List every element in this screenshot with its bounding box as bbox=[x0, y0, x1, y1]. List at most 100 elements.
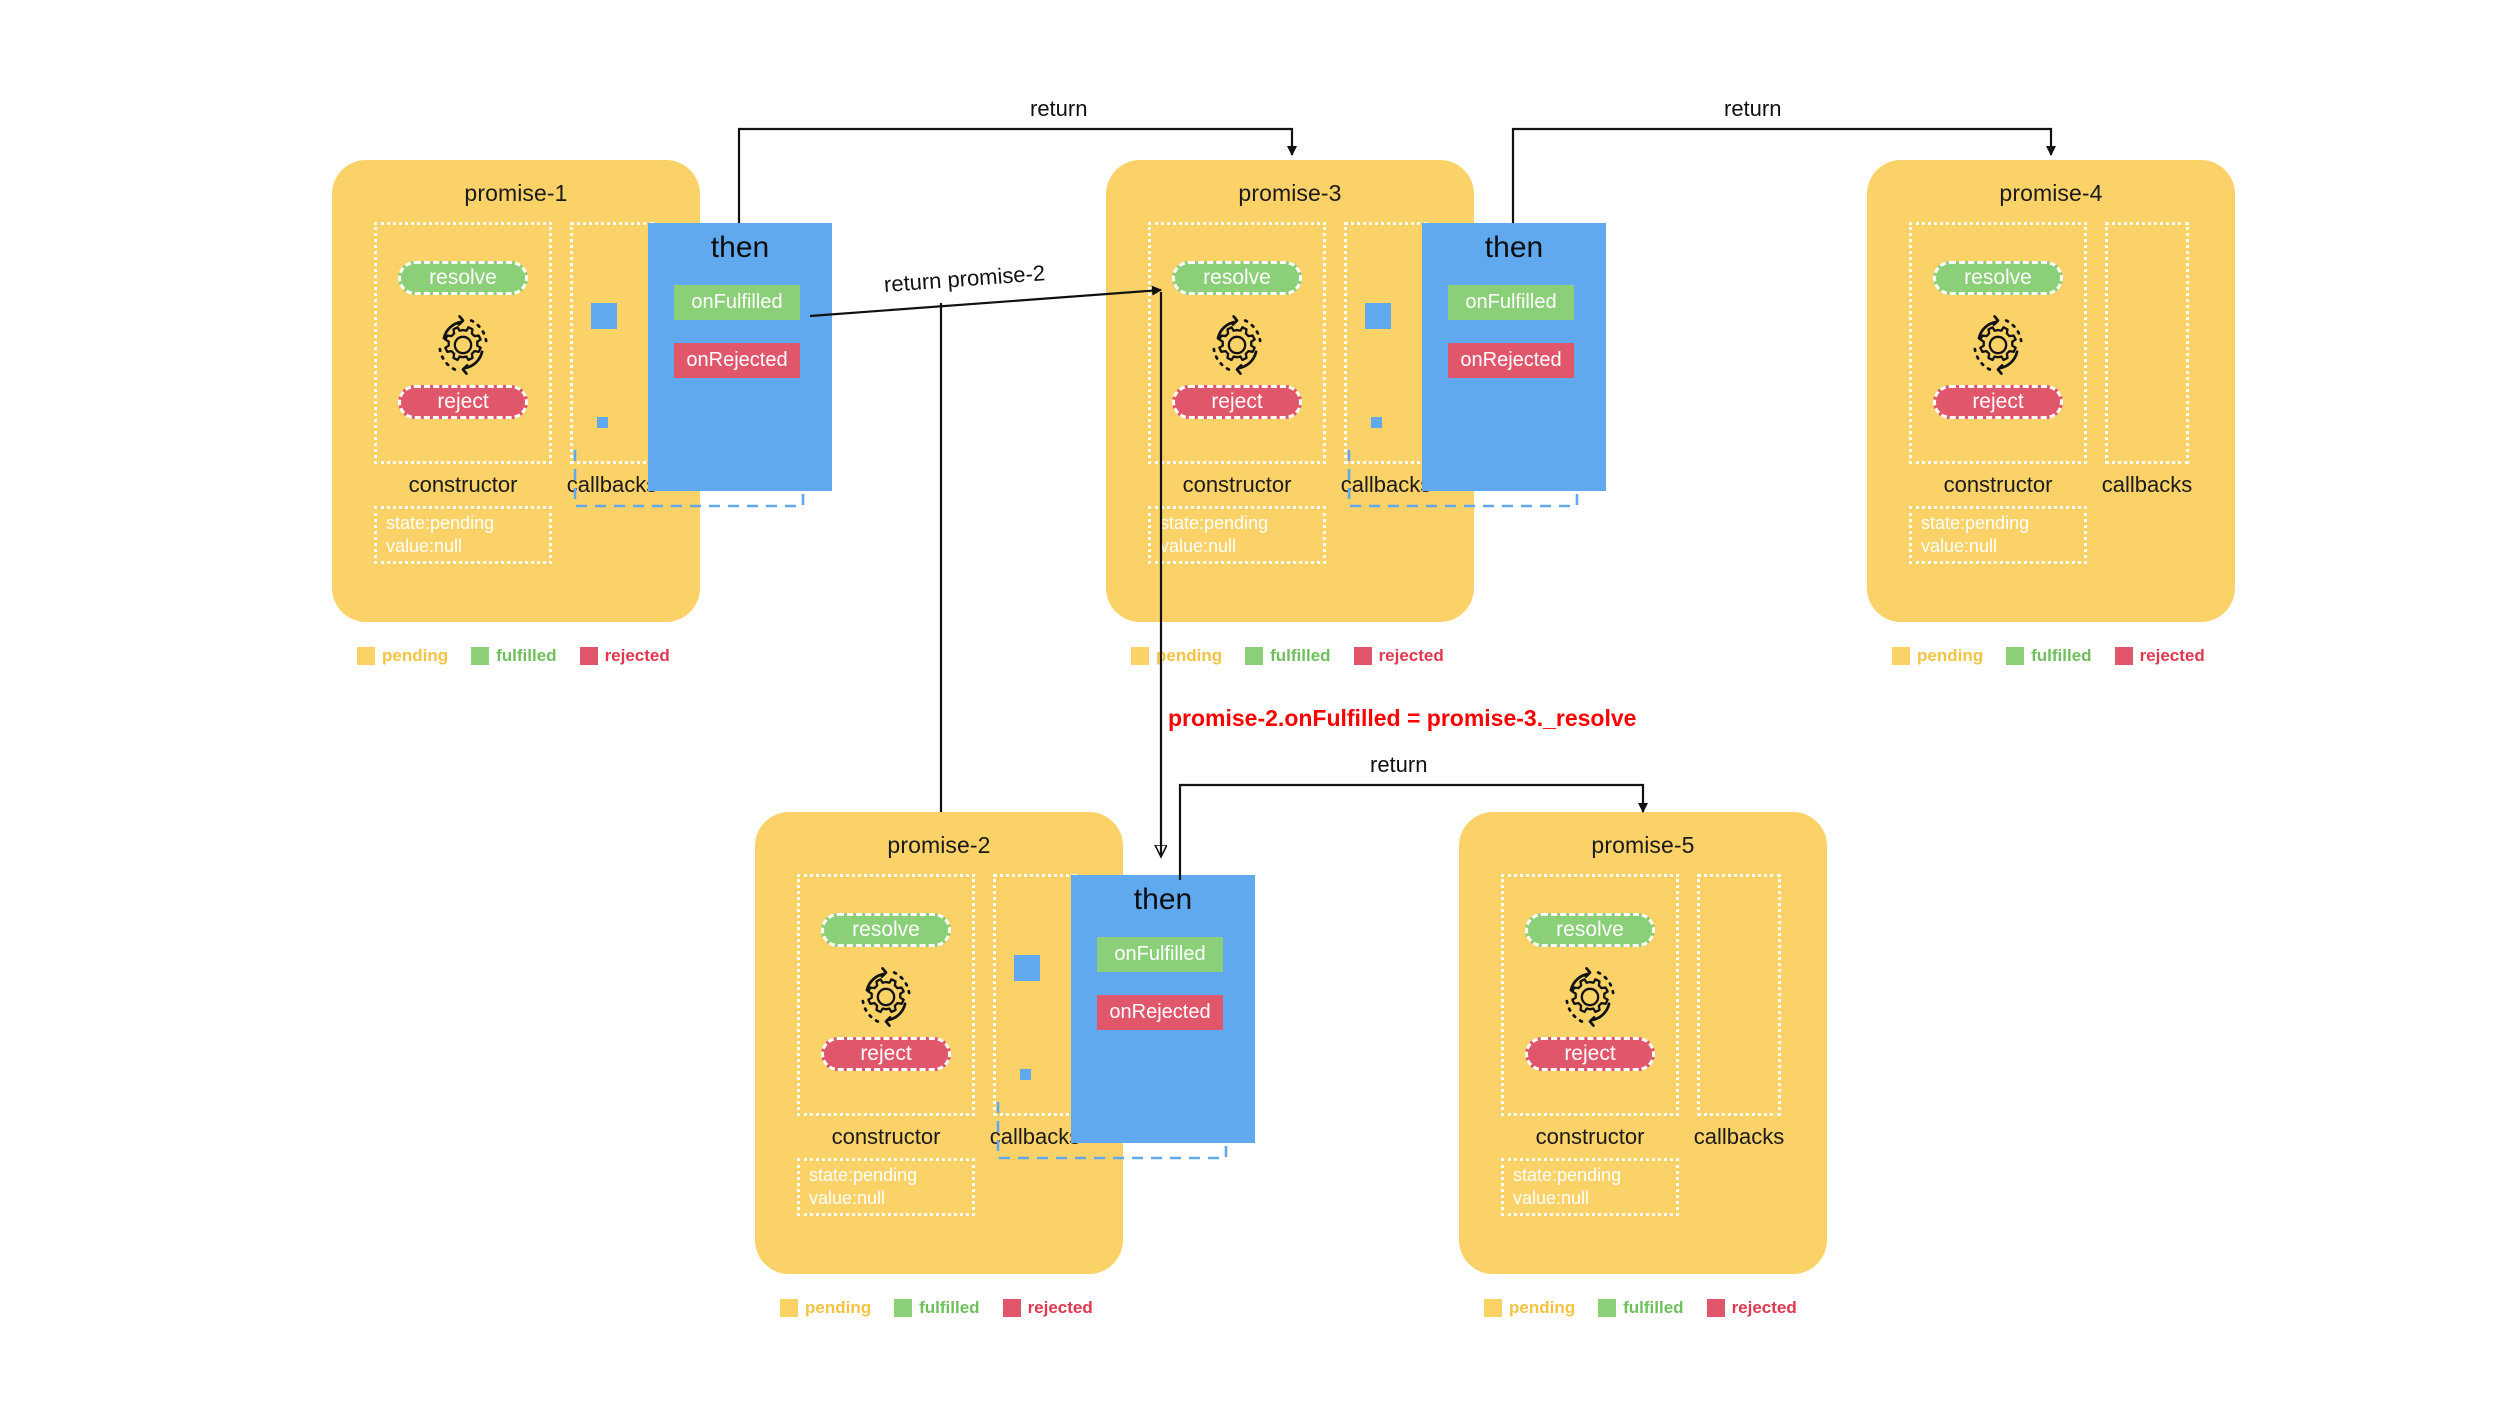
legend-label-fulfilled: fulfilled bbox=[1623, 1298, 1684, 1317]
diagram-canvas: return return return promise-2 return pr… bbox=[0, 0, 2500, 1406]
then-card-promise-1[interactable]: then onFulfilled onRejected bbox=[648, 223, 832, 491]
gear-icon bbox=[861, 967, 911, 1027]
promise-card-promise-5[interactable]: promise-5 resolve reject constructor cal… bbox=[1459, 812, 1827, 1274]
state-value: state:pending bbox=[1513, 1165, 1622, 1185]
legend-swatch-rejected bbox=[2114, 647, 2133, 665]
state-box: state:pending value:null bbox=[1501, 1158, 1679, 1216]
callbacks-label: callbacks bbox=[989, 1124, 1081, 1149]
legend-label-rejected: rejected bbox=[1378, 646, 1444, 665]
legend-swatch-fulfilled bbox=[1598, 1299, 1617, 1317]
gear-icon bbox=[1212, 315, 1262, 375]
legend-item-rejected: rejected bbox=[2114, 646, 2205, 666]
state-box: state:pending value:null bbox=[1909, 506, 2087, 564]
constructor-box: resolve reject bbox=[1148, 222, 1326, 464]
state-value: state:pending bbox=[1921, 513, 2030, 533]
legend-item-fulfilled: fulfilled bbox=[1598, 1298, 1684, 1318]
legend-swatch-rejected bbox=[1002, 1299, 1021, 1317]
legend-promise-3: pending fulfilled rejected bbox=[1131, 646, 1460, 666]
legend-item-pending: pending bbox=[780, 1298, 871, 1318]
on-fulfilled-button[interactable]: onFulfilled bbox=[1448, 285, 1574, 320]
reject-pill[interactable]: reject bbox=[1172, 385, 1302, 419]
legend-swatch-rejected bbox=[579, 647, 598, 665]
legend-label-pending: pending bbox=[805, 1298, 872, 1317]
constructor-box: resolve reject bbox=[374, 222, 552, 464]
legend-swatch-fulfilled bbox=[471, 647, 490, 665]
legend-label-rejected: rejected bbox=[604, 646, 670, 665]
legend-label-fulfilled: fulfilled bbox=[2031, 646, 2092, 665]
callbacks-box bbox=[570, 222, 654, 464]
constructor-box: resolve reject bbox=[1909, 222, 2087, 464]
promise-card-promise-1[interactable]: promise-1 resolve reject constructor cal… bbox=[332, 160, 700, 622]
legend-item-pending: pending bbox=[1131, 646, 1222, 666]
then-title: then bbox=[1133, 883, 1193, 916]
legend-item-pending: pending bbox=[1892, 646, 1983, 666]
legend-label-pending: pending bbox=[1509, 1298, 1576, 1317]
legend-swatch-fulfilled bbox=[1245, 647, 1264, 665]
callback-slot-link-dot[interactable] bbox=[1371, 417, 1382, 428]
then-title: then bbox=[1484, 231, 1544, 264]
legend-item-fulfilled: fulfilled bbox=[1245, 646, 1331, 666]
on-fulfilled-button[interactable]: onFulfilled bbox=[674, 285, 800, 320]
state-value: state:pending bbox=[386, 513, 495, 533]
connector-label-return-2: return bbox=[1724, 96, 1782, 121]
legend-label-fulfilled: fulfilled bbox=[496, 646, 557, 665]
callbacks-label: callbacks bbox=[566, 472, 658, 497]
state-box: state:pending value:null bbox=[797, 1158, 975, 1216]
legend-swatch-pending bbox=[357, 647, 375, 665]
resolve-pill[interactable]: resolve bbox=[1933, 261, 2063, 295]
promise-card-promise-4[interactable]: promise-4 resolve reject constructor cal… bbox=[1867, 160, 2235, 622]
value-value: value:null bbox=[386, 536, 463, 556]
then-card-promise-2[interactable]: then onFulfilled onRejected bbox=[1071, 875, 1255, 1143]
callbacks-box bbox=[1344, 222, 1428, 464]
callback-slot-link-dot[interactable] bbox=[1020, 1069, 1031, 1080]
callbacks-label: callbacks bbox=[1340, 472, 1432, 497]
legend-promise-5: pending fulfilled rejected bbox=[1484, 1298, 1813, 1318]
legend-label-rejected: rejected bbox=[2139, 646, 2205, 665]
then-card-promise-3[interactable]: then onFulfilled onRejected bbox=[1422, 223, 1606, 491]
legend-swatch-pending bbox=[1131, 647, 1149, 665]
callback-slot-filled[interactable] bbox=[591, 303, 617, 329]
connector-label-return-3: return bbox=[1370, 752, 1428, 777]
state-box: state:pending value:null bbox=[374, 506, 552, 564]
legend-swatch-pending bbox=[780, 1299, 798, 1317]
value-value: value:null bbox=[809, 1188, 886, 1208]
legend-label-fulfilled: fulfilled bbox=[919, 1298, 980, 1317]
reject-pill[interactable]: reject bbox=[398, 385, 528, 419]
legend-item-fulfilled: fulfilled bbox=[2006, 646, 2092, 666]
resolve-pill[interactable]: resolve bbox=[398, 261, 528, 295]
value-value: value:null bbox=[1160, 536, 1237, 556]
legend-swatch-pending bbox=[1484, 1299, 1502, 1317]
legend-item-rejected: rejected bbox=[1706, 1298, 1797, 1318]
promise-card-promise-3[interactable]: promise-3 resolve reject constructor cal… bbox=[1106, 160, 1474, 622]
legend-item-pending: pending bbox=[1484, 1298, 1575, 1318]
gear-icon bbox=[438, 315, 488, 375]
legend-item-pending: pending bbox=[357, 646, 448, 666]
resolve-pill[interactable]: resolve bbox=[1172, 261, 1302, 295]
on-rejected-button[interactable]: onRejected bbox=[1097, 995, 1223, 1030]
callback-slot-filled[interactable] bbox=[1365, 303, 1391, 329]
constructor-label: constructor bbox=[831, 1124, 941, 1149]
legend-item-rejected: rejected bbox=[1353, 646, 1444, 666]
on-rejected-button[interactable]: onRejected bbox=[674, 343, 800, 378]
state-value: state:pending bbox=[809, 1165, 918, 1185]
callback-slot-filled[interactable] bbox=[1014, 955, 1040, 981]
reject-pill[interactable]: reject bbox=[1525, 1037, 1655, 1071]
callbacks-label: callbacks bbox=[2101, 472, 2193, 497]
constructor-label: constructor bbox=[1535, 1124, 1645, 1149]
legend-promise-2: pending fulfilled rejected bbox=[780, 1298, 1109, 1318]
state-value: state:pending bbox=[1160, 513, 1269, 533]
callback-slot-link-dot[interactable] bbox=[597, 417, 608, 428]
legend-label-fulfilled: fulfilled bbox=[1270, 646, 1331, 665]
legend-label-rejected: rejected bbox=[1027, 1298, 1093, 1317]
value-value: value:null bbox=[1513, 1188, 1590, 1208]
legend-promise-1: pending fulfilled rejected bbox=[357, 646, 686, 666]
resolve-pill[interactable]: resolve bbox=[821, 913, 951, 947]
on-rejected-button[interactable]: onRejected bbox=[1448, 343, 1574, 378]
reject-pill[interactable]: reject bbox=[821, 1037, 951, 1071]
promise-card-promise-2[interactable]: promise-2 resolve reject constructor cal… bbox=[755, 812, 1123, 1274]
promise-title: promise-5 bbox=[1591, 832, 1695, 858]
on-fulfilled-button[interactable]: onFulfilled bbox=[1097, 937, 1223, 972]
reject-pill[interactable]: reject bbox=[1933, 385, 2063, 419]
value-value: value:null bbox=[1921, 536, 1998, 556]
resolve-pill[interactable]: resolve bbox=[1525, 913, 1655, 947]
